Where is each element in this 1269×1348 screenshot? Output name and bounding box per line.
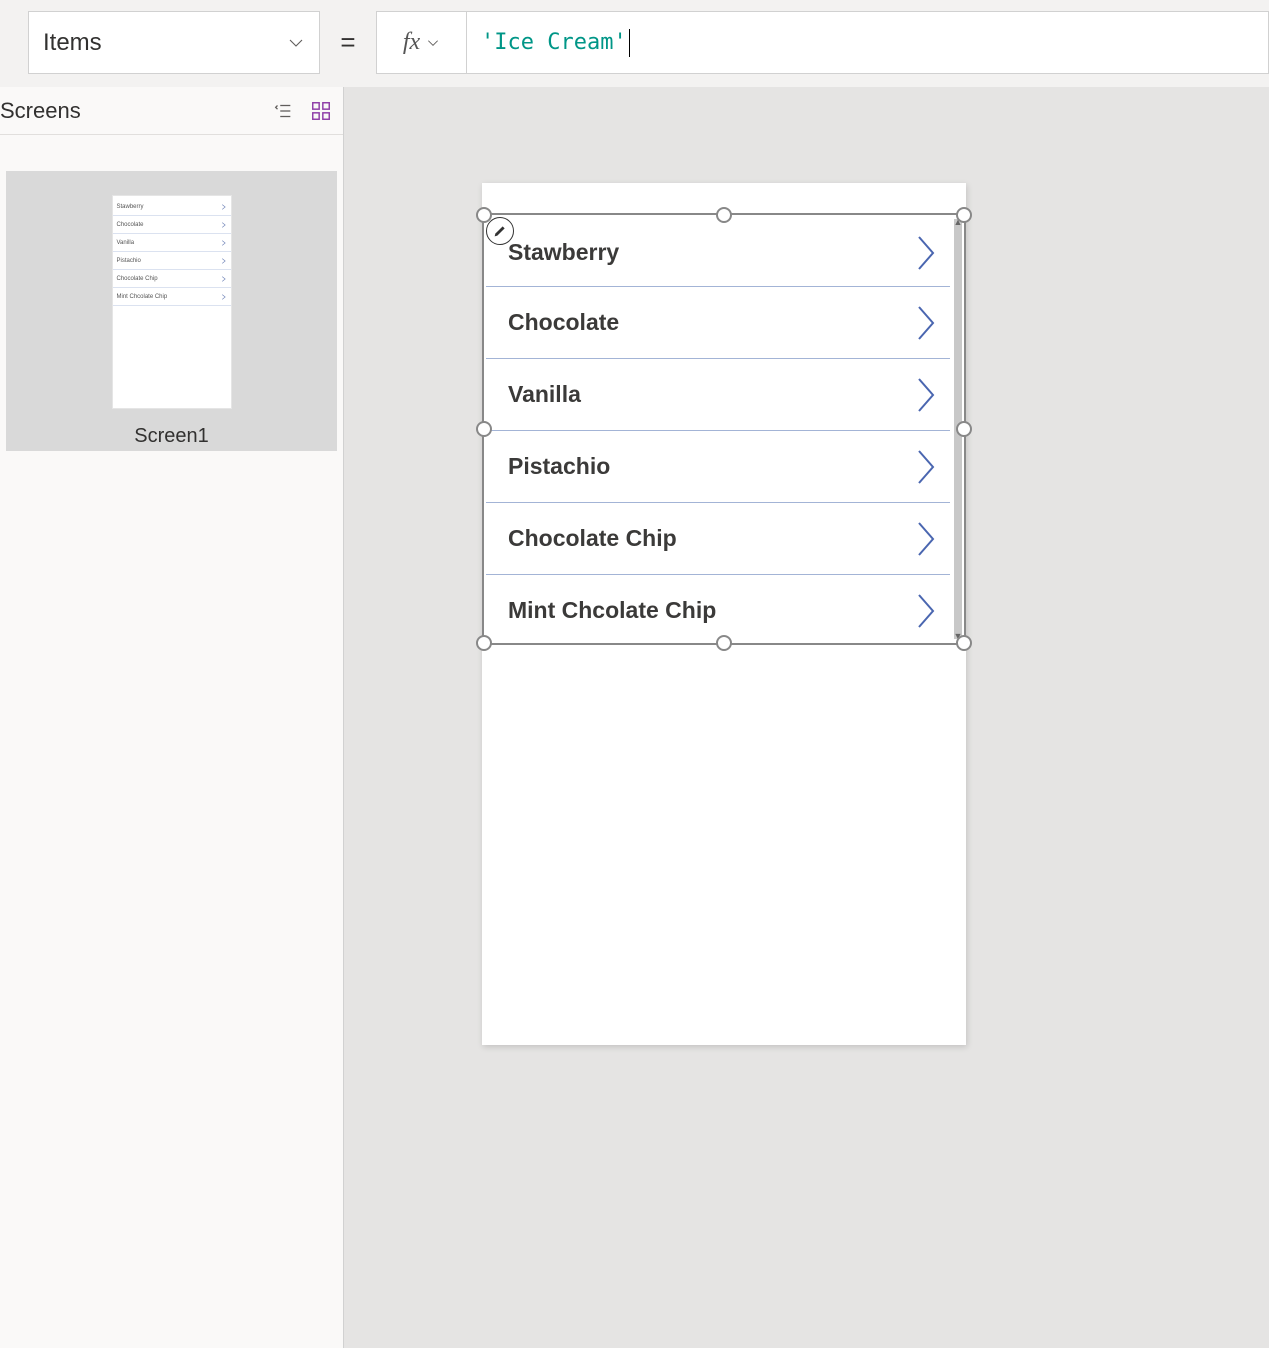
- chevron-down-icon: [426, 36, 440, 50]
- formula-equals: =: [320, 11, 376, 74]
- thumb-row: Pistachio: [113, 252, 231, 270]
- chevron-right-icon[interactable]: [914, 519, 940, 559]
- thumbnail-view-icon[interactable]: [309, 99, 333, 123]
- formula-bar: Items = fx 'Ice Cream': [0, 11, 1269, 74]
- chevron-right-icon[interactable]: [914, 233, 940, 273]
- phone-screen[interactable]: Stawberry Chocolate Vanilla Pistachio Ch…: [482, 183, 966, 1045]
- chevron-right-icon[interactable]: [914, 591, 940, 631]
- screens-panel-title: Screens: [0, 98, 257, 124]
- gallery-item[interactable]: Pistachio: [486, 431, 950, 503]
- fx-label: fx: [403, 29, 420, 56]
- property-select-label: Items: [43, 29, 102, 57]
- edit-template-button[interactable]: [486, 217, 514, 245]
- tree-view-icon[interactable]: [271, 99, 295, 123]
- formula-text: 'Ice Cream': [481, 30, 627, 55]
- resize-handle-ml[interactable]: [476, 421, 492, 437]
- gallery-selection-box[interactable]: Stawberry Chocolate Vanilla Pistachio Ch…: [482, 213, 966, 645]
- pencil-icon: [492, 223, 508, 239]
- gallery-item[interactable]: Mint Chcolate Chip: [486, 575, 950, 643]
- gallery-item[interactable]: Stawberry: [486, 215, 950, 287]
- chevron-right-icon[interactable]: [914, 303, 940, 343]
- resize-handle-bl[interactable]: [476, 635, 492, 651]
- resize-handle-bc[interactable]: [716, 635, 732, 651]
- screen-thumbnail-card[interactable]: Stawberry Chocolate Vanilla Pistachio Ch…: [6, 171, 337, 451]
- gallery-item-label: Pistachio: [508, 453, 610, 480]
- gallery-item[interactable]: Chocolate: [486, 287, 950, 359]
- property-select[interactable]: Items: [28, 11, 320, 74]
- thumb-row: Stawberry: [113, 198, 231, 216]
- gallery-control[interactable]: Stawberry Chocolate Vanilla Pistachio Ch…: [486, 215, 950, 643]
- thumb-row: Chocolate Chip: [113, 270, 231, 288]
- screens-panel: Screens Stawberry Chocolate Vanilla Pist…: [0, 87, 344, 1348]
- gallery-item[interactable]: Chocolate Chip: [486, 503, 950, 575]
- screens-panel-header: Screens: [0, 87, 343, 135]
- formula-input[interactable]: 'Ice Cream': [466, 11, 1269, 74]
- thumb-row: Chocolate: [113, 216, 231, 234]
- resize-handle-tr[interactable]: [956, 207, 972, 223]
- gallery-item-label: Chocolate: [508, 309, 619, 336]
- thumb-row: Vanilla: [113, 234, 231, 252]
- chevron-right-icon[interactable]: [914, 375, 940, 415]
- chevron-right-icon[interactable]: [914, 447, 940, 487]
- thumb-row: Mint Chcolate Chip: [113, 288, 231, 306]
- screen-thumbnail-preview: Stawberry Chocolate Vanilla Pistachio Ch…: [112, 195, 232, 409]
- gallery-item-label: Stawberry: [508, 239, 619, 266]
- resize-handle-br[interactable]: [956, 635, 972, 651]
- gallery-item-label: Chocolate Chip: [508, 525, 677, 552]
- text-caret: [629, 29, 630, 57]
- screen-thumbnail-label: Screen1: [134, 425, 209, 448]
- design-canvas[interactable]: Stawberry Chocolate Vanilla Pistachio Ch…: [344, 87, 1269, 1348]
- chevron-down-icon: [287, 34, 305, 52]
- resize-handle-mr[interactable]: [956, 421, 972, 437]
- gallery-item-label: Mint Chcolate Chip: [508, 597, 716, 624]
- fx-button[interactable]: fx: [376, 11, 466, 74]
- gallery-item[interactable]: Vanilla: [486, 359, 950, 431]
- gallery-item-label: Vanilla: [508, 381, 581, 408]
- resize-handle-tc[interactable]: [716, 207, 732, 223]
